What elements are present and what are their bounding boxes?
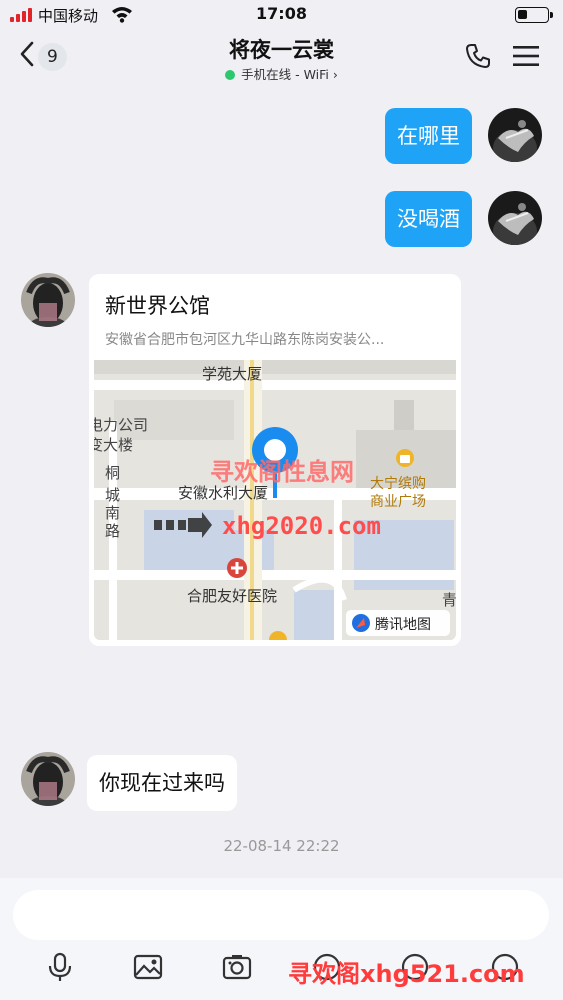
map-label: 青	[442, 591, 456, 609]
map-label: 路	[105, 522, 120, 540]
map-label: 学苑大厦	[202, 365, 262, 383]
battery-icon	[515, 7, 553, 23]
menu-icon[interactable]	[512, 44, 540, 70]
map-label: 南	[105, 504, 120, 522]
clock: 17:08	[256, 4, 307, 23]
message-input[interactable]	[13, 890, 549, 940]
message-bubble-sent[interactable]: 没喝酒	[385, 191, 472, 247]
watermark-text: 寻欢阁xhg521.com	[288, 960, 525, 988]
map-label: 大宁缤购	[370, 475, 426, 492]
location-card[interactable]: 新世界公馆 安徽省合肥市包河区九华山路东陈岗安装公... 学苑大厦 电力公司 变…	[89, 274, 461, 646]
input-area: 寻欢阁xhg521.com	[0, 878, 563, 1000]
map-provider: 腾讯地图	[375, 616, 431, 633]
watermark-text: xhg2020.com	[222, 512, 381, 540]
map-label: 安徽水利大厦	[178, 484, 268, 502]
map-preview[interactable]: 学苑大厦 电力公司 变大楼 桐 城 南 路 安徽水利大厦 大宁缤购 商业广场 合…	[94, 360, 456, 640]
map-label: 城	[105, 486, 120, 504]
camera-icon[interactable]	[222, 952, 252, 982]
map-label: 变大楼	[94, 436, 133, 454]
location-address: 安徽省合肥市包河区九华山路东陈岗安装公...	[105, 332, 385, 348]
location-name: 新世界公馆	[105, 294, 210, 318]
map-label: 商业广场	[370, 494, 426, 510]
image-icon[interactable]	[133, 952, 163, 982]
map-canvas: 学苑大厦 电力公司 变大楼 桐 城 南 路 安徽水利大厦 大宁缤购 商业广场 合…	[94, 360, 456, 640]
message-timestamp: 22-08-14 22:22	[223, 837, 340, 855]
map-label: 合肥友好医院	[187, 587, 277, 605]
phone-icon[interactable]	[464, 42, 492, 70]
map-label: 电力公司	[94, 416, 148, 434]
watermark-text: 寻欢阁性息网	[210, 458, 354, 486]
message-bubble-sent[interactable]: 在哪里	[385, 108, 472, 164]
avatar-contact[interactable]	[21, 273, 75, 327]
status-bar: 中国移动 17:08	[0, 0, 563, 30]
avatar-self[interactable]	[488, 108, 542, 162]
message-bubble-received[interactable]: 你现在过来吗	[87, 755, 237, 811]
online-dot-icon	[225, 70, 236, 80]
voice-icon[interactable]	[45, 952, 75, 982]
map-label: 桐	[105, 464, 120, 482]
avatar-self[interactable]	[488, 191, 542, 245]
online-status-text: 手机在线 - WiFi ›	[241, 67, 338, 82]
avatar-contact[interactable]	[21, 752, 75, 806]
chat-header: 9 将夜一云裳 手机在线 - WiFi ›	[0, 30, 563, 86]
